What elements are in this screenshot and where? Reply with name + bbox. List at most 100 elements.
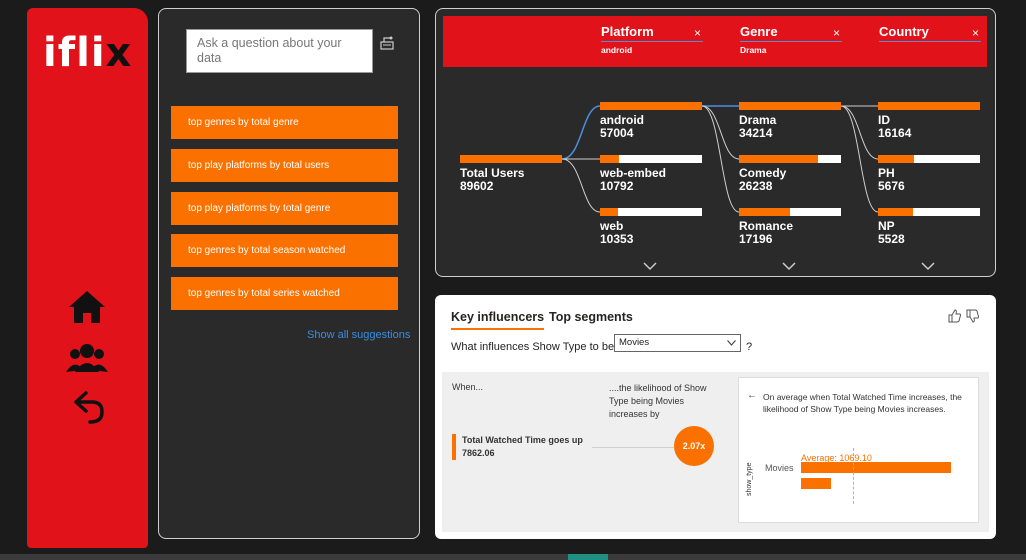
- tab-top-segments[interactable]: Top segments: [549, 310, 633, 324]
- chevron-down-icon: [727, 340, 736, 346]
- influence-bubble[interactable]: 2.07x: [674, 426, 714, 466]
- qna-panel: Ask a question about your data top genre…: [158, 8, 420, 539]
- decomposition-tree-panel: Platform android × Genre Drama × Country…: [435, 8, 996, 277]
- node-bar-fill: [460, 155, 562, 163]
- when-heading: When...: [452, 382, 484, 392]
- taskbar-strip: [0, 554, 1026, 560]
- suggestion-button[interactable]: top play platforms by total genre: [171, 192, 398, 225]
- suggestion-button[interactable]: top play platforms by total users: [171, 149, 398, 182]
- node-bar: [739, 208, 841, 216]
- influencer-item[interactable]: Total Watched Time goes up 7862.06: [452, 434, 587, 460]
- influencer-connector: [592, 447, 674, 448]
- node-label: Comedy 26238: [739, 167, 841, 193]
- chevron-down-icon[interactable]: [643, 258, 657, 271]
- node-bar-fill: [600, 102, 702, 110]
- show-all-suggestions-link[interactable]: Show all suggestions: [307, 329, 410, 341]
- node-bar-fill: [739, 155, 818, 163]
- influencer-question: What influences Show Type to be: [451, 341, 615, 353]
- connector-line: [701, 105, 740, 213]
- tree-node[interactable]: web-embed 10792: [600, 155, 702, 193]
- left-nav-panel: iflix: [27, 8, 148, 548]
- tree-node[interactable]: web 10353: [600, 208, 702, 246]
- node-label: NP 5528: [878, 220, 980, 246]
- node-bar: [739, 155, 841, 163]
- tree-node[interactable]: ID 16164: [878, 102, 980, 140]
- home-icon[interactable]: [65, 285, 109, 329]
- dropdown-value: Movies: [619, 337, 650, 348]
- node-value: 89602: [460, 179, 494, 193]
- taskbar-active-indicator: [568, 554, 608, 560]
- node-value: 10353: [600, 232, 634, 246]
- node-bar-fill: [878, 208, 913, 216]
- node-label: ID 16164: [878, 114, 980, 140]
- question-mark: ?: [746, 341, 753, 353]
- node-value: 57004: [600, 126, 634, 140]
- node-label: web 10353: [600, 220, 702, 246]
- node-bar-fill: [739, 208, 790, 216]
- key-influencers-panel: Key influencers Top segments What influe…: [435, 295, 996, 539]
- node-value: 10792: [600, 179, 634, 193]
- iflix-logo: iflix: [43, 30, 132, 76]
- show-type-dropdown[interactable]: Movies: [614, 334, 741, 352]
- suggestion-button[interactable]: top genres by total genre: [171, 106, 398, 139]
- node-label: Total Users 89602: [460, 167, 562, 193]
- chevron-down-icon[interactable]: [782, 258, 796, 271]
- influencers-area: When... ....the likelihood of Show Type …: [442, 372, 989, 532]
- tab-key-influencers[interactable]: Key influencers: [451, 310, 545, 330]
- connector-line: [840, 105, 879, 213]
- thumbs-up-icon: [948, 309, 961, 323]
- suggestion-button[interactable]: top genres by total series watched: [171, 277, 398, 310]
- detail-description: On average when Total Watched Time incre…: [763, 392, 962, 414]
- tree-node[interactable]: android 57004: [600, 102, 702, 140]
- detail-bar: [801, 478, 831, 489]
- logo-text: ifli: [43, 30, 106, 76]
- node-value: 5676: [878, 179, 905, 193]
- node-value: 17196: [739, 232, 773, 246]
- qna-sources-icon[interactable]: [379, 35, 395, 51]
- influencer-detail-card: ← On average when Total Watched Time inc…: [738, 377, 979, 523]
- feedback-icons: [947, 309, 981, 328]
- node-bar-fill: [600, 155, 620, 163]
- back-arrow-icon[interactable]: [65, 385, 109, 429]
- node-label: android 57004: [600, 114, 702, 140]
- node-bar: [600, 208, 702, 216]
- suggestion-button[interactable]: top genres by total season watched: [171, 234, 398, 267]
- node-label: Romance 17196: [739, 220, 841, 246]
- node-label: web-embed 10792: [600, 167, 702, 193]
- connector-line: [561, 158, 601, 213]
- node-label: PH 5676: [878, 167, 980, 193]
- y-axis-label: show_type: [746, 462, 753, 496]
- node-value: 5528: [878, 232, 905, 246]
- node-bar: [460, 155, 562, 163]
- tree-node[interactable]: Drama 34214: [739, 102, 841, 140]
- node-bar: [878, 155, 980, 163]
- node-bar: [600, 155, 702, 163]
- node-value: 16164: [878, 126, 912, 140]
- tree-node[interactable]: PH 5676: [878, 155, 980, 193]
- likelihood-heading: ....the likelihood of Show Type being Mo…: [609, 383, 707, 419]
- node-label: Drama 34214: [739, 114, 841, 140]
- node-value: 34214: [739, 126, 773, 140]
- users-group-icon[interactable]: [65, 335, 109, 379]
- node-value: 26238: [739, 179, 773, 193]
- node-bar: [600, 102, 702, 110]
- logo-text-x: x: [105, 30, 133, 76]
- connector-line: [840, 105, 879, 160]
- tree-node-root[interactable]: Total Users 89602: [460, 155, 562, 193]
- node-bar: [878, 208, 980, 216]
- back-arrow-icon[interactable]: ←: [747, 390, 757, 401]
- chevron-down-icon[interactable]: [921, 258, 935, 271]
- question-input[interactable]: Ask a question about your data: [186, 29, 373, 73]
- average-label: Average: 1069.10: [801, 453, 872, 463]
- thumbs-down-icon: [966, 309, 979, 323]
- node-bar: [739, 102, 841, 110]
- node-bar: [878, 102, 980, 110]
- detail-bar: [801, 462, 951, 473]
- tree-node[interactable]: NP 5528: [878, 208, 980, 246]
- tree-node[interactable]: Romance 17196: [739, 208, 841, 246]
- category-label: Movies: [765, 463, 794, 473]
- node-bar-fill: [878, 155, 914, 163]
- node-bar-fill: [739, 102, 841, 110]
- tree-node[interactable]: Comedy 26238: [739, 155, 841, 193]
- connector-line: [561, 105, 601, 160]
